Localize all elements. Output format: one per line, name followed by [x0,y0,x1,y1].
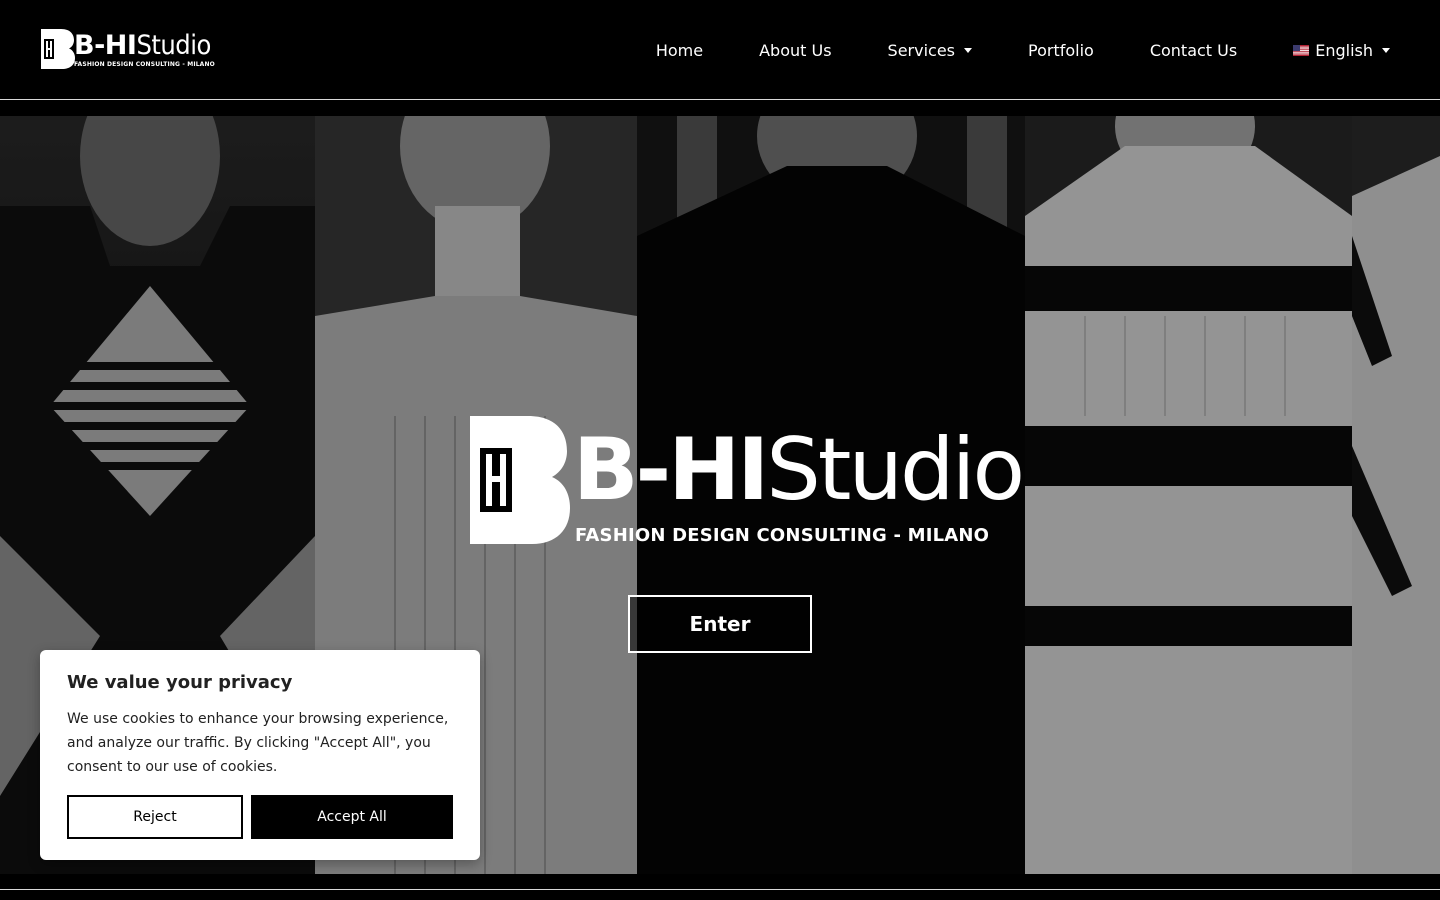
nav-contact-us[interactable]: Contact Us [1150,41,1237,60]
brand-logo[interactable]: B-HIStudio FASHION DESIGN CONSULTING - M… [41,29,215,73]
hero-brand-wordmark: B-HIStudio [573,420,1025,520]
cookie-consent-banner: We value your privacy We use cookies to … [40,650,480,860]
nav-about-us[interactable]: About Us [759,41,831,60]
site-header: B-HIStudio FASHION DESIGN CONSULTING - M… [0,0,1440,100]
logo-mark-icon [470,416,570,544]
language-label: English [1315,40,1373,60]
cookie-text: We use cookies to enhance your browsing … [67,711,449,775]
nav-contact-label: Contact Us [1149,40,1238,60]
nav-portfolio-label: Portfolio [1028,40,1094,60]
chevron-down-icon [964,47,972,53]
nav-services-label: Services [887,40,955,60]
footer-divider [0,889,1440,890]
enter-button[interactable]: Enter [628,595,812,653]
hero-brand-tagline: FASHION DESIGN CONSULTING - MILANO [575,525,990,546]
nav-about-label: About Us [759,40,832,60]
cookie-title: We value your privacy [67,672,293,693]
nav-portfolio[interactable]: Portfolio [1028,41,1094,60]
hero-brand-logo: B-HIStudio FASHION DESIGN CONSULTING - M… [470,416,1025,546]
us-flag-icon [1293,44,1310,56]
reject-cookies-button[interactable]: Reject [67,795,243,839]
main-nav: Home About Us Services Portfolio Contact… [656,0,1390,100]
nav-home[interactable]: Home [656,41,703,60]
logo-mark-icon [41,29,75,69]
nav-services-dropdown[interactable]: Services [888,41,972,60]
nav-home-label: Home [655,40,704,60]
language-dropdown[interactable]: English [1293,41,1390,60]
chevron-down-icon [1382,47,1390,53]
brand-tagline: FASHION DESIGN CONSULTING - MILANO [74,61,215,68]
brand-wordmark: B-HIStudio [74,30,211,61]
accept-all-cookies-button[interactable]: Accept All [251,795,453,839]
